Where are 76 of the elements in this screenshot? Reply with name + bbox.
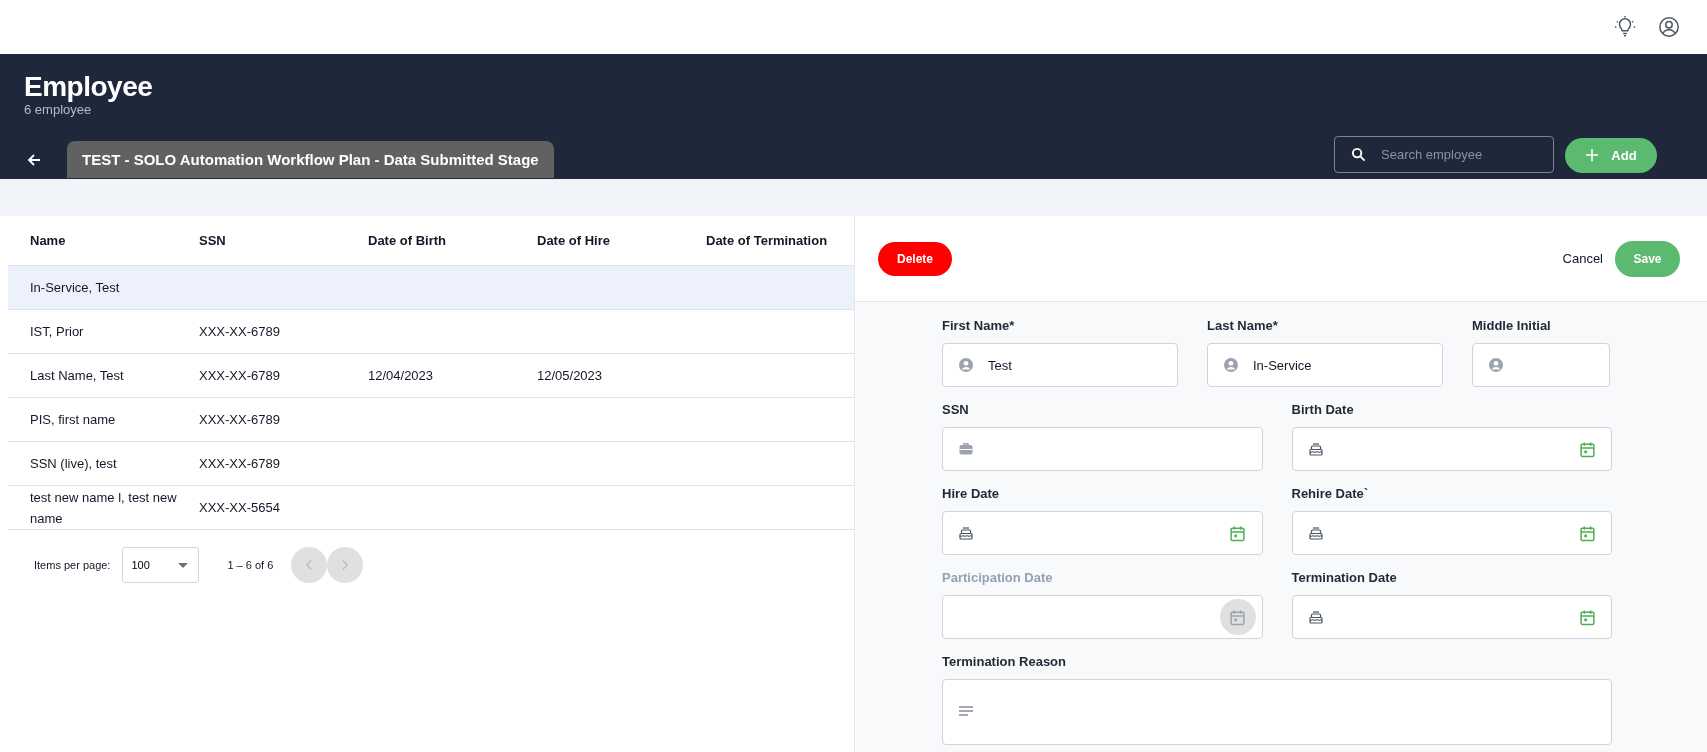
delete-button[interactable]: Delete [878,241,952,276]
field-label: Middle Initial [1472,318,1552,334]
calendar-icon[interactable] [1578,440,1596,458]
input-field[interactable] [1291,595,1612,639]
user-account-icon[interactable] [1658,16,1680,38]
input-field[interactable]: Test [942,343,1178,387]
field-label: Hire Date [942,486,1001,502]
input-field[interactable] [942,427,1263,471]
lightbulb-icon[interactable] [1614,16,1636,38]
input-field[interactable] [942,679,1612,745]
field-label: Termination Reason [942,654,1067,670]
table-cell-text: XXX-XX-5654 [199,499,281,517]
search-field[interactable]: Search employee [1334,135,1554,173]
table-cell-text: IST, Prior [30,323,85,341]
search-icon [1351,146,1366,162]
user-icon [958,357,974,373]
column-header[interactable]: Date of Termination [706,233,854,248]
table-cell-text: PIS, first name [30,411,117,429]
page-size-select[interactable]: 100 [122,547,200,583]
cake-icon [958,525,974,541]
search-input[interactable]: Search employee [1379,145,1533,163]
field-label: First Name* [942,318,1016,334]
column-header[interactable]: SSN [199,233,368,248]
table-row[interactable]: Last Name, Test XXX-XX-6789 12/04/2023 12/05/2023 [8,354,854,398]
calendar-icon[interactable] [1578,608,1596,626]
input-field[interactable]: In-Service [1207,343,1443,387]
field-label: SSN [942,402,970,418]
input-field[interactable] [1291,511,1612,555]
cancel-button[interactable]: Cancel [1558,251,1607,266]
table-row[interactable]: test new name l, test new name XXX-XX-5654 [8,486,854,530]
plan-tab[interactable]: TEST - SOLO Automation Workflow Plan - Data Submitted Stage [67,141,554,179]
field-input[interactable]: Test [986,356,1167,374]
calendar-icon[interactable] [1229,608,1246,626]
user-icon [1223,357,1239,373]
table-cell-text: 12/04/2023 [368,367,435,385]
table-row[interactable]: In-Service, Test [8,266,854,310]
field-label: Rehire Date` [1291,486,1370,502]
briefcase-icon [958,441,974,457]
table-cell-text: XXX-XX-6789 [199,367,281,385]
cake-icon [1307,609,1324,625]
user-icon [1488,357,1504,373]
column-header[interactable]: Name [30,233,199,248]
page-range: 1 – 6 of 6 [227,559,274,571]
table-cell-text: SSN (live), test [30,455,118,473]
calendar-icon[interactable] [1229,524,1246,542]
field-label: Birth Date [1291,402,1355,418]
table-cell-text: XXX-XX-6789 [199,455,281,473]
field-label: Termination Date [1291,570,1398,586]
column-header[interactable]: Date of Hire [537,233,706,248]
table-cell-text: test new name l, test new name [30,488,178,528]
page-title: Employee [24,72,154,103]
table-cell-text: XXX-XX-6789 [199,323,281,341]
table-row[interactable]: IST, Prior XXX-XX-6789 [8,310,854,354]
chevron-right-icon [341,559,350,571]
table-row[interactable]: SSN (live), test XXX-XX-6789 [8,442,854,486]
plus-icon [1585,148,1600,163]
field-label: Last Name* [1207,318,1279,334]
input-field[interactable] [942,595,1263,639]
input-field[interactable] [1291,427,1612,471]
items-per-page-label: Items per page: [34,559,111,571]
employee-count: 6 employee [24,102,92,118]
cake-icon [1307,441,1324,457]
input-field[interactable] [942,511,1263,555]
calendar-icon[interactable] [1578,524,1596,542]
field-label: Participation Date [942,570,1054,586]
table-cell-text: Last Name, Test [30,367,125,385]
column-header[interactable]: Date of Birth [368,233,537,248]
table-cell-text: XXX-XX-6789 [199,411,281,429]
field-input[interactable]: In-Service [1251,356,1432,374]
input-field[interactable] [1472,343,1610,387]
table-row[interactable]: PIS, first name XXX-XX-6789 [8,398,854,442]
table-cell-text: In-Service, Test [30,279,121,297]
cake-icon [1307,525,1324,541]
table-cell-text: 12/05/2023 [537,367,604,385]
dropdown-caret-icon [178,562,189,568]
chevron-left-icon [305,559,314,571]
